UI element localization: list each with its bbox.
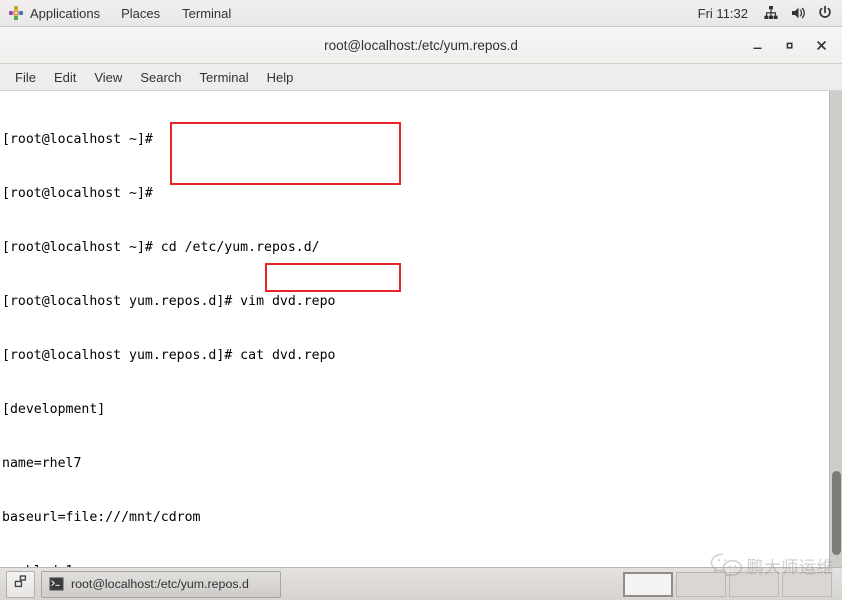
terminal-line: [development] — [2, 402, 106, 417]
menu-search[interactable]: Search — [131, 67, 190, 88]
terminal-line: [root@localhost yum.repos.d]# vim dvd.re… — [2, 294, 336, 309]
workspace-3[interactable] — [729, 571, 779, 597]
menu-edit[interactable]: Edit — [45, 67, 85, 88]
terminal-scrollbar[interactable] — [829, 91, 842, 567]
terminal-scrollbar-thumb[interactable] — [832, 471, 841, 555]
window-controls — [742, 27, 836, 63]
taskbar-window-label: root@localhost:/etc/yum.repos.d — [71, 577, 249, 591]
terminal-line: [root@localhost ~]# — [2, 186, 153, 201]
close-button[interactable] — [806, 31, 836, 59]
terminal-line: [root@localhost yum.repos.d]# cat dvd.re… — [2, 348, 336, 363]
power-icon[interactable] — [817, 5, 833, 21]
applications-menu-label: Applications — [30, 5, 101, 21]
network-icon[interactable] — [763, 5, 779, 21]
show-desktop-button[interactable] — [6, 570, 35, 598]
terminal-icon — [49, 577, 64, 591]
window-title: root@localhost:/etc/yum.repos.d — [324, 37, 518, 53]
terminal-menubar: File Edit View Search Terminal Help — [0, 64, 842, 91]
terminal-line: [root@localhost ~]# — [2, 132, 153, 147]
terminal-line: [root@localhost ~]# cd /etc/yum.repos.d/ — [2, 240, 320, 255]
volume-icon[interactable] — [790, 5, 806, 21]
terminal-app-menu-label: Terminal — [182, 5, 232, 21]
maximize-button[interactable] — [774, 31, 804, 59]
terminal-line: baseurl=file:///mnt/cdrom — [2, 510, 201, 525]
bottom-taskbar: root@localhost:/etc/yum.repos.d — [0, 567, 842, 600]
terminal-line: name=rhel7 — [2, 456, 82, 471]
menu-help[interactable]: Help — [258, 67, 303, 88]
applications-pinwheel-icon — [8, 5, 24, 21]
show-desktop-icon — [13, 574, 28, 594]
workspace-1[interactable] — [623, 571, 673, 597]
minimize-button[interactable] — [742, 31, 772, 59]
desktop-screen: Applications Places Terminal Fri 11:32 r… — [0, 0, 842, 600]
workspace-switcher — [623, 571, 836, 597]
terminal-text: [root@localhost ~]# [root@localhost ~]# … — [2, 95, 534, 567]
terminal-window: root@localhost:/etc/yum.repos.d File Edi… — [0, 27, 842, 567]
workspace-4[interactable] — [782, 571, 832, 597]
panel-status-area: Fri 11:32 — [698, 0, 842, 26]
terminal-output-area[interactable]: [root@localhost ~]# [root@localhost ~]# … — [0, 91, 842, 567]
clock[interactable]: Fri 11:32 — [698, 6, 752, 21]
menu-terminal[interactable]: Terminal — [191, 67, 258, 88]
applications-menu[interactable]: Applications — [0, 0, 110, 26]
places-menu-label: Places — [121, 5, 161, 21]
places-menu[interactable]: Places — [110, 0, 171, 26]
terminal-app-menu[interactable]: Terminal — [171, 0, 242, 26]
gnome-top-panel: Applications Places Terminal Fri 11:32 — [0, 0, 842, 27]
window-titlebar[interactable]: root@localhost:/etc/yum.repos.d — [0, 27, 842, 64]
menu-view[interactable]: View — [85, 67, 131, 88]
workspace-2[interactable] — [676, 571, 726, 597]
taskbar-window-button[interactable]: root@localhost:/etc/yum.repos.d — [41, 570, 281, 598]
menu-file[interactable]: File — [6, 67, 45, 88]
